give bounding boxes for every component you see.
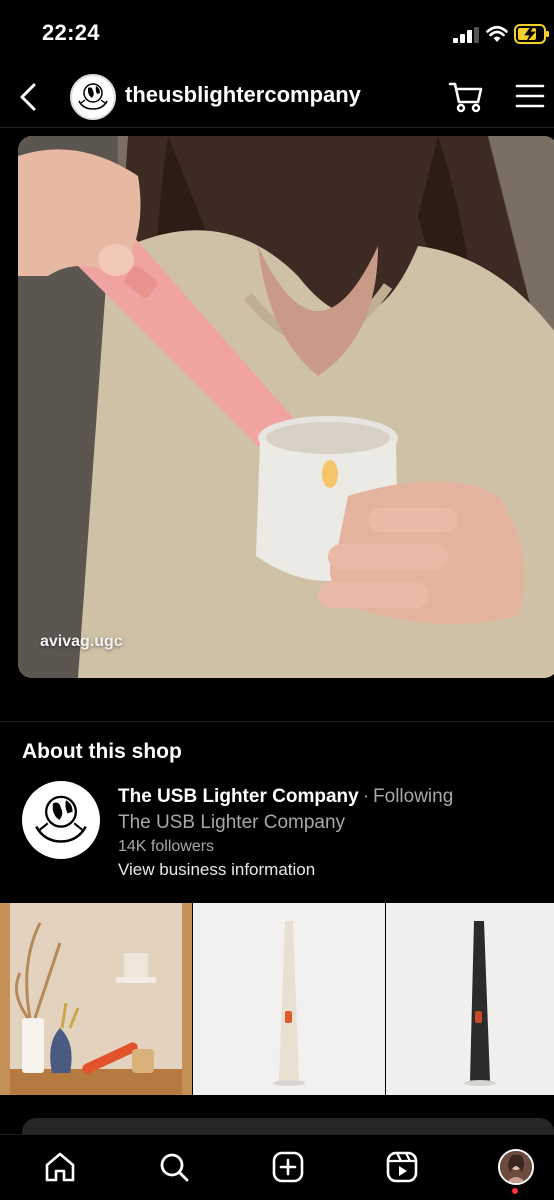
section-divider [0,721,554,722]
tab-profile[interactable] [498,1149,534,1185]
product-thumbnails [0,903,554,1095]
reels-icon [386,1151,418,1183]
follower-count: 14K followers [118,838,215,855]
globe-hands-logo-icon [35,795,87,843]
status-bar: 22:24 [0,0,554,66]
battery-charging-icon [514,24,549,44]
photo-illustration [18,136,554,678]
tab-home[interactable] [42,1149,78,1185]
create-icon [272,1151,304,1183]
tab-reels[interactable] [384,1149,420,1185]
separator-dot: · [362,786,370,807]
following-status[interactable]: Following [373,786,453,807]
signal-icon [453,27,479,43]
back-icon [20,83,36,111]
about-shop-title: About this shop [22,740,182,763]
home-icon [45,1152,75,1182]
cart-icon [448,82,483,113]
shop-logo[interactable] [22,781,100,859]
search-icon [160,1153,189,1182]
product-thumbnail-white-lighter[interactable] [193,903,385,1095]
shop-handle[interactable]: theusblightercompany [125,82,361,108]
globe-hands-logo-icon [78,83,108,110]
photo-credit[interactable]: avivag.ugc [40,633,123,651]
product-thumbnail-shelf[interactable] [0,903,192,1095]
status-time: 22:24 [42,20,100,45]
notification-dot [512,1188,518,1194]
shop-name[interactable]: The USB Lighter Company [118,786,359,807]
shop-subtitle: The USB Lighter Company [118,812,346,833]
shop-name-line: The USB Lighter Company · Following [118,786,453,808]
menu-button[interactable] [514,82,546,110]
shop-header: theusblightercompany [0,66,554,128]
back-button[interactable] [12,80,44,114]
bottom-tab-bar [0,1134,554,1200]
profile-avatar [500,1151,532,1183]
view-business-info-link[interactable]: View business information [118,860,315,880]
tab-search[interactable] [156,1149,192,1185]
tab-create[interactable] [270,1149,306,1185]
product-photo[interactable]: avivag.ugc [18,136,554,678]
shop-avatar[interactable] [70,74,116,120]
product-thumbnail-black-lighter[interactable] [386,903,554,1095]
wifi-icon [486,25,508,42]
cart-button[interactable] [448,80,484,114]
menu-icon [515,84,545,108]
